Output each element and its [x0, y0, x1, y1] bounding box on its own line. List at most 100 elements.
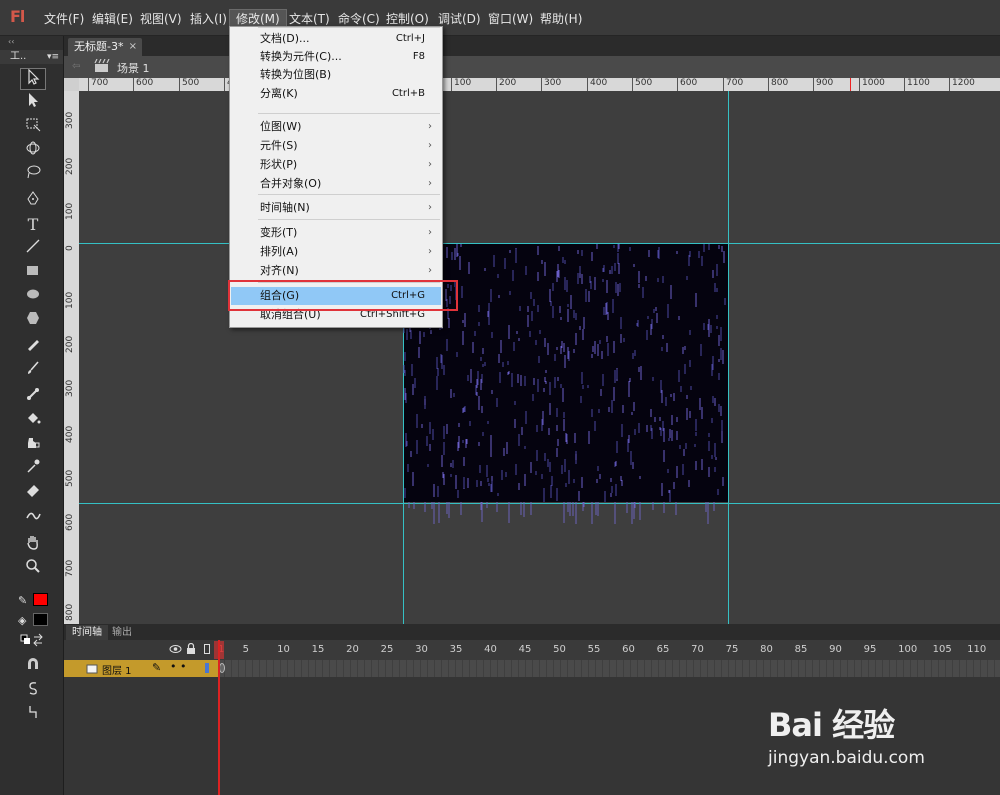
- ruler-tick: 300: [65, 111, 75, 129]
- menu-item-0[interactable]: 文档(D)... Ctrl+J: [231, 30, 441, 48]
- submenu-arrow-icon: ›: [428, 159, 432, 170]
- frame-number: 100: [898, 644, 918, 655]
- document-tabs: 无标题-3* ×: [64, 36, 1000, 56]
- pen-tool-icon[interactable]: [20, 190, 46, 212]
- menu-help[interactable]: 帮助(H): [534, 9, 588, 29]
- lock-icon[interactable]: [186, 642, 196, 658]
- submenu-arrow-icon: ›: [428, 140, 432, 151]
- layer-name[interactable]: 图层 1: [102, 662, 132, 677]
- ruler-tick: 500: [632, 78, 652, 91]
- layer-color-marker[interactable]: [205, 663, 209, 673]
- close-tab-icon[interactable]: ×: [129, 38, 137, 56]
- menu-item-label: 分离(K): [260, 87, 298, 100]
- ruler-tick: 800: [65, 603, 75, 621]
- menu-item-13[interactable]: 变形(T) ›: [231, 224, 441, 242]
- straighten-icon[interactable]: [20, 704, 46, 726]
- 3d-rotation-tool-icon[interactable]: [20, 140, 46, 162]
- pencil-tool-icon[interactable]: [20, 336, 46, 358]
- guide-line[interactable]: [728, 91, 729, 627]
- timeline-frame-ruler[interactable]: 1510152025303540455055606570758085909510…: [218, 640, 1000, 660]
- frame-number: 105: [932, 644, 952, 655]
- ink-bottle-tool-icon[interactable]: [20, 434, 46, 456]
- width-tool-icon[interactable]: [20, 508, 46, 530]
- layer-row[interactable]: 图层 1 ✎ • •: [64, 660, 218, 677]
- tools-panel-tab[interactable]: 工.. ▾≡: [0, 50, 63, 64]
- bone-tool-icon[interactable]: [20, 386, 46, 408]
- layer-frames[interactable]: [218, 660, 1000, 677]
- eraser-tool-icon[interactable]: [20, 482, 46, 504]
- menu-file[interactable]: 文件(F): [38, 9, 90, 29]
- document-tab-title: 无标题-3*: [74, 40, 124, 53]
- menu-item-14[interactable]: 排列(A) ›: [231, 243, 441, 261]
- frame-number: 95: [863, 644, 877, 655]
- menu-item-11[interactable]: 时间轴(N) ›: [231, 199, 441, 217]
- paint-bucket-tool-icon[interactable]: [20, 410, 46, 432]
- menu-item-9[interactable]: 合并对象(O) ›: [231, 175, 441, 193]
- edit-bar: ⇦ 场景 1: [64, 56, 1000, 78]
- ruler-tick: 1200: [949, 78, 975, 91]
- menu-item-label: 位图(W): [260, 120, 302, 133]
- menu-item-7[interactable]: 元件(S) ›: [231, 137, 441, 155]
- menu-item-15[interactable]: 对齐(N) ›: [231, 262, 441, 280]
- menu-window[interactable]: 窗口(W): [482, 9, 539, 29]
- snap-to-objects-icon[interactable]: [20, 656, 46, 678]
- menu-item-3[interactable]: 转换为位图(B): [231, 66, 441, 84]
- menu-item-label: 对齐(N): [260, 264, 299, 277]
- menu-item-label: 形状(P): [260, 158, 298, 171]
- pencil-icon: ✎: [152, 661, 162, 674]
- text-tool-icon[interactable]: T: [20, 214, 46, 236]
- layer-visibility-dots[interactable]: • •: [170, 660, 186, 673]
- ruler-tick: 600: [133, 78, 153, 91]
- oval-tool-icon[interactable]: [20, 286, 46, 308]
- menu-view[interactable]: 视图(V): [134, 9, 188, 29]
- stroke-color-swatch[interactable]: [33, 593, 48, 606]
- back-arrow-icon[interactable]: ⇦: [72, 61, 80, 72]
- stage-work-area[interactable]: [79, 91, 1000, 627]
- submenu-arrow-icon: ›: [428, 265, 432, 276]
- menu-item-shortcut: F8: [412, 51, 425, 62]
- watermark-brand: Bai 经验: [768, 706, 895, 744]
- ruler-tick: 700: [723, 78, 743, 91]
- frame-number: 85: [794, 644, 808, 655]
- eye-icon[interactable]: [169, 643, 182, 658]
- zoom-tool-icon[interactable]: [20, 558, 46, 580]
- scene-label[interactable]: 场景 1: [117, 60, 150, 76]
- ruler-tick: 100: [451, 78, 471, 91]
- swap-colors-icon[interactable]: [20, 633, 46, 647]
- line-tool-icon[interactable]: [20, 238, 46, 260]
- ruler-tick: 200: [65, 335, 75, 353]
- polystar-tool-icon[interactable]: [20, 310, 46, 332]
- frame-number: 5: [242, 644, 249, 655]
- rectangle-tool-icon[interactable]: [20, 262, 46, 284]
- subselection-tool-icon[interactable]: [20, 92, 46, 114]
- vertical-ruler: 300 200 100 0 100 200 300 400 500 600 70…: [64, 91, 79, 627]
- tab-timeline[interactable]: 时间轴: [66, 625, 108, 640]
- tools-collapse-button[interactable]: ‹‹: [0, 36, 63, 50]
- outline-icon[interactable]: [204, 644, 210, 654]
- hand-tool-icon[interactable]: [20, 534, 46, 556]
- menu-item-8[interactable]: 形状(P) ›: [231, 156, 441, 174]
- eyedropper-tool-icon[interactable]: [20, 458, 46, 480]
- stroke-color-icon: ✎: [18, 594, 28, 607]
- brush-tool-icon[interactable]: [20, 360, 46, 382]
- menu-insert[interactable]: 插入(I): [184, 9, 233, 29]
- menu-item-shortcut: Ctrl+B: [391, 88, 425, 99]
- menu-item-2[interactable]: 转换为元件(C)... F8: [231, 48, 441, 66]
- smooth-icon[interactable]: [20, 680, 46, 702]
- document-tab[interactable]: 无标题-3* ×: [68, 38, 142, 56]
- selection-tool-icon[interactable]: [20, 68, 46, 90]
- ruler-tick: 500: [179, 78, 199, 91]
- playhead[interactable]: [218, 640, 220, 795]
- lasso-tool-icon[interactable]: [20, 164, 46, 186]
- fill-color-swatch[interactable]: [33, 613, 48, 626]
- free-transform-tool-icon[interactable]: [20, 116, 46, 138]
- menu-item-4[interactable]: 分离(K) Ctrl+B: [231, 85, 441, 103]
- menu-edit[interactable]: 编辑(E): [86, 9, 139, 29]
- frame-number: 75: [725, 644, 739, 655]
- ruler-tick: 100: [65, 202, 75, 220]
- tab-output[interactable]: 输出: [106, 625, 138, 640]
- menu-item-6[interactable]: 位图(W) ›: [231, 118, 441, 136]
- ruler-tick: 400: [587, 78, 607, 91]
- menu-item-label: 变形(T): [260, 226, 298, 239]
- panel-menu-icon[interactable]: ▾≡: [47, 50, 59, 64]
